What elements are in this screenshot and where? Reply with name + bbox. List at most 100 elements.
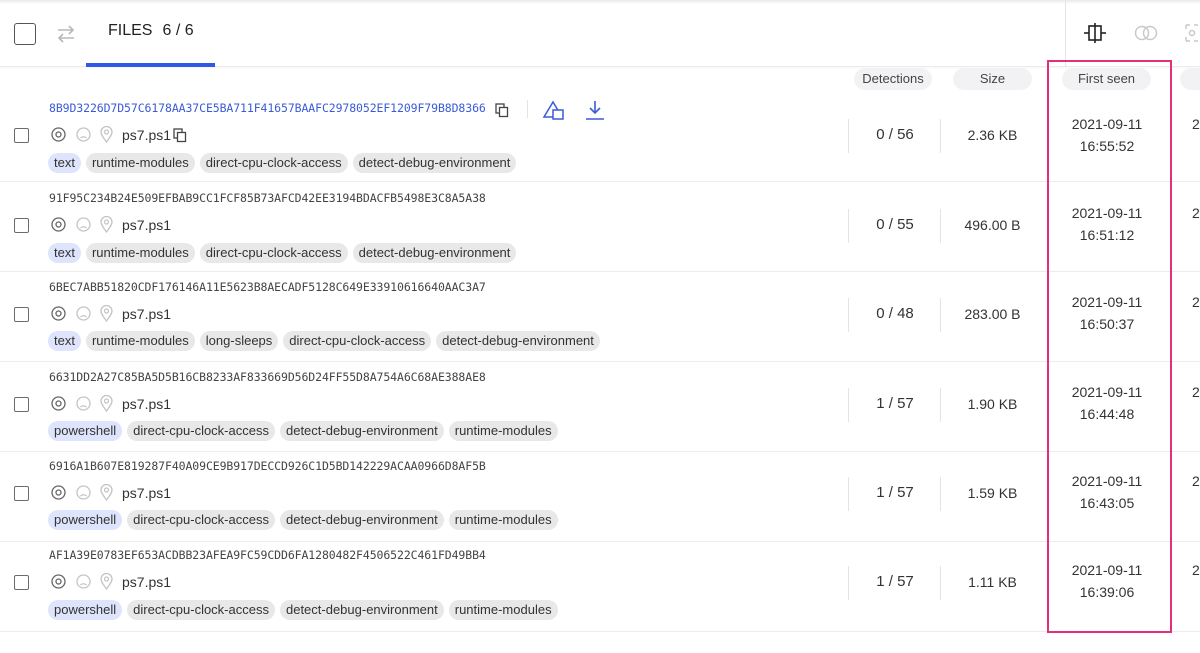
row-checkbox[interactable] <box>14 486 29 501</box>
tab-files[interactable]: FILES 6 / 6 <box>108 22 194 40</box>
file-name: ps7.ps1 <box>122 306 172 322</box>
column-header-size[interactable]: Size <box>953 68 1032 90</box>
tag[interactable]: runtime-modules <box>448 510 558 530</box>
size-value: 1.11 KB <box>968 574 1017 590</box>
tag[interactable]: runtime-modules <box>448 421 558 441</box>
toolbar-divider <box>1065 0 1066 66</box>
row-checkbox[interactable] <box>14 218 29 233</box>
tag[interactable]: runtime-modules <box>85 153 195 173</box>
truncated-column-value: 2 <box>1192 294 1200 310</box>
tag[interactable]: text <box>48 243 81 263</box>
tag[interactable]: direct-cpu-clock-access <box>127 421 275 441</box>
sad-face-icon <box>76 396 91 411</box>
file-name: ps7.ps1 <box>122 574 172 590</box>
file-hash[interactable]: 91F95C234B24E509EFBAB9CC1FCF85B73AFCD42E… <box>49 191 486 205</box>
tag[interactable]: powershell <box>48 600 123 620</box>
column-header-next[interactable] <box>1180 68 1200 90</box>
tag-list: text runtime-modules direct-cpu-clock-ac… <box>48 243 517 263</box>
tag[interactable]: text <box>48 331 81 351</box>
tag[interactable]: detect-debug-environment <box>436 331 600 351</box>
tag-list: text runtime-modules direct-cpu-clock-ac… <box>48 153 517 173</box>
location-pin-icon <box>100 395 113 412</box>
detections-value: 0 / 48 <box>876 305 914 322</box>
align-center-icon[interactable] <box>1084 23 1106 43</box>
tag[interactable]: direct-cpu-clock-access <box>283 331 432 351</box>
cell-divider <box>848 298 849 332</box>
sad-face-icon <box>76 217 91 232</box>
table-row[interactable]: 6631DD2A27C85BA5D5B16CB8233AF833669D56D2… <box>0 361 1200 452</box>
location-pin-icon <box>100 126 113 143</box>
tag[interactable]: detect-debug-environment <box>352 153 517 173</box>
column-header-detections[interactable]: Detections <box>854 68 932 90</box>
cell-divider <box>940 209 941 243</box>
table-row[interactable]: 91F95C234B24E509EFBAB9CC1FCF85B73AFCD42E… <box>0 181 1200 272</box>
tag[interactable]: direct-cpu-clock-access <box>127 600 275 620</box>
tag[interactable]: runtime-modules <box>448 600 558 620</box>
tag[interactable]: direct-cpu-clock-access <box>127 510 275 530</box>
row-checkbox[interactable] <box>14 128 29 143</box>
tag[interactable]: powershell <box>48 510 123 530</box>
first-seen-highlight-box <box>1047 60 1172 633</box>
compare-circles-icon[interactable] <box>1133 25 1159 41</box>
sad-face-icon <box>76 306 91 321</box>
truncated-column-value: 2 <box>1192 384 1200 400</box>
cell-divider <box>848 209 849 243</box>
action-divider <box>527 100 528 118</box>
tag[interactable]: direct-cpu-clock-access <box>199 243 348 263</box>
tag[interactable]: long-sleeps <box>199 331 279 351</box>
tag[interactable]: direct-cpu-clock-access <box>199 153 348 173</box>
table-row[interactable]: 6916A1B607E819287F40A09CE9B917DECCD926C1… <box>0 451 1200 542</box>
swap-icon[interactable] <box>55 22 77 46</box>
files-tab-label: FILES <box>108 22 153 39</box>
cell-divider <box>848 388 849 422</box>
tag[interactable]: detect-debug-environment <box>352 243 517 263</box>
cell-divider <box>940 388 941 422</box>
cell-divider <box>940 477 941 511</box>
tag-list: powershell direct-cpu-clock-access detec… <box>48 510 558 530</box>
eye-target-icon <box>51 127 66 142</box>
tag[interactable]: text <box>48 153 81 173</box>
file-name: ps7.ps1 <box>122 127 172 143</box>
cell-divider <box>940 566 941 600</box>
copy-icon[interactable] <box>173 128 187 143</box>
file-hash-link[interactable]: 8B9D3226D7D57C6178AA37CE5BA711F41657BAAF… <box>49 101 486 115</box>
location-pin-icon <box>100 573 113 590</box>
active-tab-indicator <box>86 63 215 67</box>
eye-target-icon <box>51 306 66 321</box>
tag[interactable]: runtime-modules <box>85 331 195 351</box>
cell-divider <box>848 119 849 153</box>
file-hash[interactable]: 6BEC7ABB51820CDF176146A11E5623B8AECADF51… <box>49 280 486 294</box>
file-name: ps7.ps1 <box>122 485 172 501</box>
file-hash[interactable]: 6631DD2A27C85BA5D5B16CB8233AF833669D56D2… <box>49 370 486 384</box>
tag[interactable]: detect-debug-environment <box>279 421 444 441</box>
file-hash[interactable]: AF1A39E0783EF653ACDBB23AFEA9FC59CDD6FA12… <box>49 548 486 562</box>
sad-face-icon <box>76 127 91 142</box>
truncated-column-value: 2 <box>1192 116 1200 132</box>
cell-divider <box>848 477 849 511</box>
file-name: ps7.ps1 <box>122 217 172 233</box>
location-pin-icon <box>100 484 113 501</box>
table-row[interactable]: 8B9D3226D7D57C6178AA37CE5BA711F41657BAAF… <box>0 91 1200 182</box>
eye-target-icon <box>51 396 66 411</box>
expand-icon[interactable] <box>1184 23 1200 43</box>
row-checkbox[interactable] <box>14 307 29 322</box>
copy-icon[interactable] <box>495 103 509 118</box>
top-toolbar: FILES 6 / 6 <box>0 0 1200 67</box>
graph-upload-icon[interactable] <box>542 99 564 121</box>
detections-value: 1 / 57 <box>876 484 914 501</box>
tag[interactable]: detect-debug-environment <box>279 510 444 530</box>
tag[interactable]: powershell <box>48 421 123 441</box>
table-row[interactable]: 6BEC7ABB51820CDF176146A11E5623B8AECADF51… <box>0 271 1200 362</box>
detections-value: 0 / 55 <box>876 216 914 233</box>
row-checkbox[interactable] <box>14 575 29 590</box>
cell-divider <box>848 566 849 600</box>
tag-list: powershell direct-cpu-clock-access detec… <box>48 421 558 441</box>
tag[interactable]: runtime-modules <box>85 243 195 263</box>
location-pin-icon <box>100 216 113 233</box>
select-all-checkbox[interactable] <box>14 23 36 45</box>
tag[interactable]: detect-debug-environment <box>279 600 444 620</box>
table-row[interactable]: AF1A39E0783EF653ACDBB23AFEA9FC59CDD6FA12… <box>0 541 1200 632</box>
file-hash[interactable]: 6916A1B607E819287F40A09CE9B917DECCD926C1… <box>49 459 486 473</box>
download-icon[interactable] <box>585 99 605 121</box>
row-checkbox[interactable] <box>14 397 29 412</box>
